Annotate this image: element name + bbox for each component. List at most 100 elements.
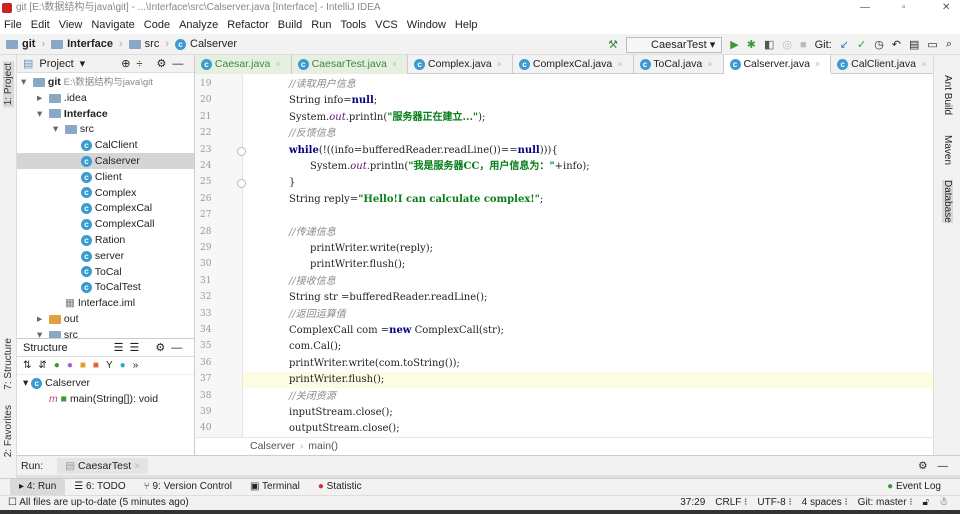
tab-caesartest-java[interactable]: c CaesarTest.java × [291, 55, 409, 74]
tree-item[interactable]: c CalClient [69, 137, 138, 153]
revert-icon[interactable]: ↶ [892, 38, 901, 51]
show-inherited-icon[interactable]: ● [54, 360, 60, 371]
crumb-class[interactable]: Calserver [250, 440, 295, 452]
tab-statistic[interactable]: ● Statistic [309, 479, 371, 495]
gear-icon[interactable]: ⚙ [155, 341, 165, 354]
fields-icon[interactable]: ■ [80, 360, 86, 371]
close-tab-icon[interactable]: × [617, 59, 622, 69]
stripe-ant-build[interactable]: Ant Build [942, 75, 953, 115]
menu-help[interactable]: Help [455, 19, 478, 31]
git-branch[interactable]: Git: master ⁝ [858, 496, 913, 510]
non-public-icon[interactable]: ■ [93, 360, 99, 371]
tab-complexcal-java[interactable]: c ComplexCal.java × [513, 55, 634, 74]
fold-marker-icon[interactable] [237, 179, 246, 189]
menu-code[interactable]: Code [144, 19, 170, 31]
tree-item[interactable]: c ToCal [69, 264, 122, 280]
collapse-icon[interactable]: ÷ [136, 58, 142, 70]
close-button[interactable]: ✕ [942, 0, 950, 16]
history-icon[interactable]: ◷ [874, 38, 884, 51]
menu-edit[interactable]: Edit [31, 19, 50, 31]
lambdas-icon[interactable]: Y [106, 360, 113, 371]
close-tab-icon[interactable]: × [707, 59, 712, 69]
gear-icon[interactable]: ⚙ [918, 460, 927, 472]
crumb-method[interactable]: main() [308, 440, 338, 452]
tree-item[interactable]: c ComplexCal [69, 200, 152, 216]
coverage-icon[interactable]: ◧ [764, 38, 774, 51]
tab-tocal-java[interactable]: c ToCal.java × [634, 55, 724, 74]
menu-build[interactable]: Build [278, 19, 302, 31]
tab-run[interactable]: ▸ 4: Run [10, 479, 66, 495]
indent[interactable]: 4 spaces ⁝ [802, 496, 848, 510]
menu-run[interactable]: Run [311, 19, 331, 31]
run-tab[interactable]: ▤ CaesarTest × [57, 457, 149, 474]
stripe-structure[interactable]: 7: Structure [3, 338, 14, 390]
stripe-favorites[interactable]: 2: Favorites [3, 405, 14, 457]
close-tab-icon[interactable]: × [497, 59, 502, 69]
run-icon[interactable]: ▶ [730, 38, 738, 51]
structure-method-node[interactable]: m ■ main(String[]): void [49, 393, 158, 405]
tab-terminal[interactable]: ▣ Terminal [241, 479, 309, 495]
tree-item[interactable]: c Ration [69, 232, 125, 248]
tree-item[interactable]: c Complex [69, 185, 136, 201]
fold-marker-icon[interactable] [237, 146, 246, 156]
maximize-button[interactable]: ▫ [902, 0, 906, 16]
project-view-select[interactable]: Project [39, 58, 73, 70]
close-tab-icon[interactable]: × [921, 59, 926, 69]
autoscroll-icon[interactable]: ● [120, 360, 126, 371]
git-update-icon[interactable]: ↙ [840, 38, 849, 51]
hide-icon[interactable]: — [172, 58, 183, 70]
git-commit-icon[interactable]: ✓ [857, 38, 866, 51]
chevron-right-icon[interactable]: ▸ [37, 311, 49, 327]
terminal-icon[interactable]: ▭ [927, 38, 937, 51]
menu-refactor[interactable]: Refactor [227, 19, 269, 31]
project-structure-icon[interactable]: ▤ [909, 38, 919, 51]
close-tab-icon[interactable]: × [815, 59, 820, 69]
tree-item[interactable]: c server [69, 248, 124, 264]
chevron-down-icon[interactable]: ▾ [21, 74, 33, 90]
tree-item[interactable]: ▾ src [53, 121, 94, 137]
profile-icon[interactable]: ◎ [782, 38, 792, 51]
chevron-down-icon[interactable]: ▾ [37, 106, 49, 122]
build-hammer-icon[interactable]: ⚒ [608, 38, 618, 51]
crumb-src[interactable]: src [145, 38, 160, 50]
stripe-database[interactable]: Database [942, 180, 953, 223]
inspector-icon[interactable]: ☃ [939, 496, 948, 510]
menu-window[interactable]: Window [407, 19, 446, 31]
tree-item[interactable]: c Calserver [17, 153, 194, 169]
close-tab-icon[interactable]: × [392, 59, 397, 69]
crumb-interface[interactable]: Interface [67, 38, 113, 50]
sort-visibility-icon[interactable]: ⇅ [23, 360, 31, 371]
close-tab-icon[interactable]: × [275, 59, 280, 69]
structure-class-node[interactable]: ▾ c Calserver [23, 377, 90, 389]
menu-view[interactable]: View [59, 19, 83, 31]
collapse-all-icon[interactable]: ☰ [130, 341, 140, 354]
tree-item[interactable]: ▸ out [37, 311, 79, 327]
tree-item[interactable]: c Client [69, 169, 122, 185]
minimize-button[interactable]: — [860, 0, 870, 16]
encoding[interactable]: UTF-8 ⁝ [757, 496, 791, 510]
tree-item[interactable]: ▸ .idea [37, 90, 87, 106]
tab-version-control[interactable]: ⑂ 9: Version Control [135, 479, 241, 495]
hide-icon[interactable]: — [171, 342, 182, 354]
sort-alpha-icon[interactable]: ⇵ [38, 360, 46, 371]
expand-icon[interactable]: ☰ [114, 341, 124, 354]
crumb-git[interactable]: git [22, 38, 35, 50]
tree-item[interactable]: ▦ Interface.iml [53, 295, 135, 311]
tree-item[interactable]: c ToCalTest [69, 279, 141, 295]
stripe-maven[interactable]: Maven [942, 135, 953, 165]
tab-caesar-java[interactable]: c Caesar.java × [195, 55, 292, 74]
more-icon[interactable]: » [133, 360, 139, 371]
menu-tools[interactable]: Tools [340, 19, 366, 31]
chevron-right-icon[interactable]: ▸ [37, 90, 49, 106]
menu-navigate[interactable]: Navigate [91, 19, 134, 31]
stop-icon[interactable]: ■ [800, 39, 807, 51]
lock-icon[interactable]: 🔓︎ [923, 496, 929, 510]
tree-item[interactable]: ▾ git E:\数据结构与java\git [21, 74, 153, 90]
stripe-project[interactable]: 1: Project [3, 61, 14, 108]
search-icon[interactable]: ⌕ [946, 38, 952, 51]
tree-item[interactable]: c ComplexCall [69, 216, 154, 232]
run-config-select[interactable]: CaesarTest ▾ [626, 36, 723, 53]
tab-calserver-java[interactable]: c Calserver.java × [723, 55, 832, 74]
tree-item[interactable]: ▾ Interface [37, 106, 108, 122]
line-separator[interactable]: CRLF ⁝ [715, 496, 747, 510]
